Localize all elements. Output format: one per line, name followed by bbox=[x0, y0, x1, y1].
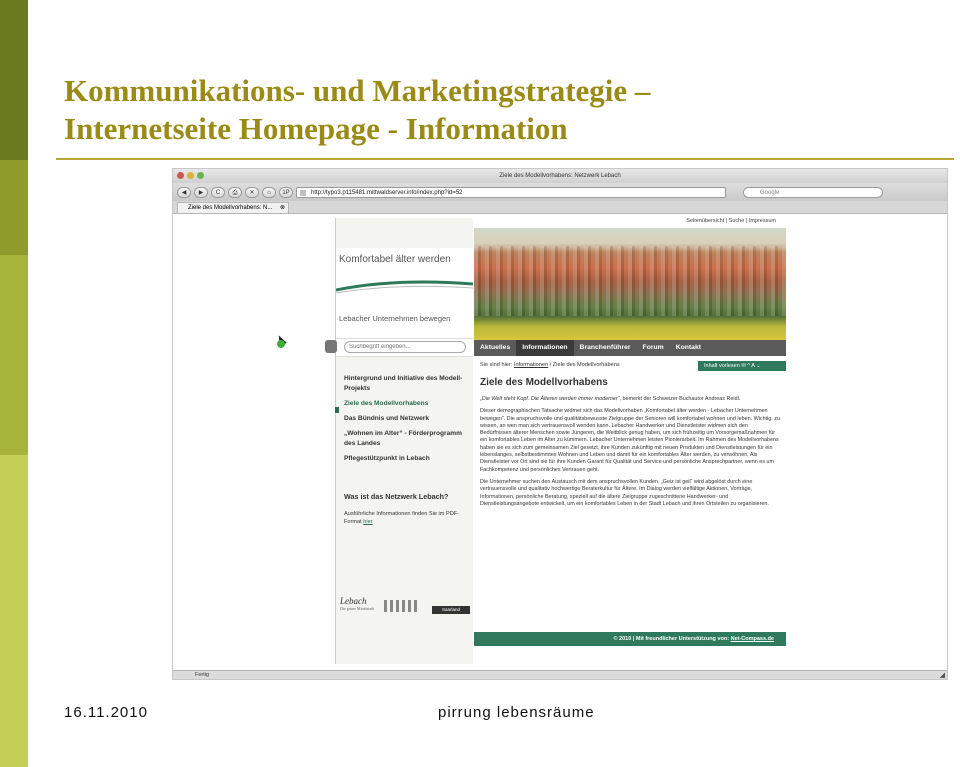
bookmarks-button[interactable]: 1P bbox=[279, 186, 293, 198]
nav-item-contact[interactable]: Kontakt bbox=[670, 340, 707, 356]
browser-window: Ziele des Modellvorhabens: Netzwerk Leba… bbox=[172, 168, 948, 680]
close-window-button[interactable] bbox=[177, 172, 184, 179]
network-description: Ausführliche Informationen finden Sie im… bbox=[344, 511, 460, 525]
nav-item-information[interactable]: Informationen bbox=[516, 340, 574, 356]
stop-button[interactable]: ✕ bbox=[245, 186, 259, 198]
read-aloud-bar[interactable]: Inhalt vorlesen ✉ ^ A ⌄ bbox=[698, 361, 786, 371]
sidebar-item-background[interactable]: Hintergrund und Initiative des Modell-Pr… bbox=[344, 374, 470, 394]
site-search-input[interactable] bbox=[344, 341, 466, 353]
nav-item-directory[interactable]: Branchenführer bbox=[574, 340, 637, 356]
slide-accent-bar bbox=[0, 0, 28, 767]
website-main-column: Seitenübersicht | Suche | Impressum Aktu… bbox=[474, 218, 786, 664]
slide-title: Kommunikations- und Marketingstrategie –… bbox=[64, 72, 650, 148]
saarland-logo: Saarland bbox=[432, 606, 470, 614]
article-paragraph: Die Unternehmer suchen den Austausch mit… bbox=[480, 478, 769, 507]
browser-search-field[interactable]: Google bbox=[743, 186, 883, 198]
site-logo[interactable]: Komfortabel älter werden bbox=[336, 248, 473, 340]
main-navigation: Aktuelles Informationen Branchenführer F… bbox=[474, 340, 786, 356]
article-quote-paragraph: „Die Welt steht Kopf. Die Älteren werden… bbox=[480, 396, 780, 403]
cursor-badge-icon bbox=[277, 340, 285, 348]
accent-segment bbox=[0, 0, 28, 160]
back-button[interactable]: ◀ bbox=[177, 186, 191, 198]
breadcrumb-current: / Ziele des Modellvorhabens bbox=[549, 362, 620, 368]
slide-date: 16.11.2010 bbox=[64, 704, 148, 721]
network-heading: Was ist das Netzwerk Lebach? bbox=[344, 492, 449, 501]
site-footer: © 2010 | Mit freundlicher Unterstützung … bbox=[474, 632, 786, 646]
network-text: Ausführliche Informationen finden Sie im… bbox=[344, 510, 469, 526]
slide-title-line2: Internetseite Homepage - Information bbox=[64, 111, 568, 146]
favicon-icon bbox=[300, 189, 306, 196]
sidebar-item-goals[interactable]: Ziele des Modellvorhabens bbox=[344, 399, 470, 409]
article-quote: „Die Welt steht Kopf. Die Älteren werden… bbox=[480, 396, 620, 402]
tab-label: Ziele des Modellvorhabens: N... bbox=[188, 205, 273, 211]
breadcrumb: Sie sind hier: Informationen / Ziele des… bbox=[480, 362, 620, 368]
site-tagline: Lebacher Unternehmen bewegen bbox=[339, 314, 451, 323]
accent-segment bbox=[0, 455, 28, 767]
accent-segment bbox=[0, 160, 28, 255]
window-controls bbox=[177, 172, 204, 179]
home-button[interactable]: ⌂ bbox=[262, 186, 276, 198]
page-heading: Ziele des Modellvorhabens bbox=[480, 377, 608, 388]
lebach-logo-text: Lebach bbox=[340, 596, 367, 606]
site-search bbox=[325, 338, 473, 357]
nav-item-news[interactable]: Aktuelles bbox=[474, 340, 516, 356]
slide-organization: pirrung lebensräume bbox=[438, 704, 595, 721]
browser-tab[interactable]: Ziele des Modellvorhabens: N... ⊗ bbox=[177, 202, 289, 213]
print-button[interactable]: ⎙ bbox=[228, 186, 242, 198]
article-quote-suffix: , bemerkt der Schweizer Buchautor Andrea… bbox=[619, 396, 741, 402]
nav-item-forum[interactable]: Forum bbox=[637, 340, 670, 356]
footer-text: © 2010 | Mit freundlicher Unterstützung … bbox=[613, 636, 730, 642]
browser-toolbar: ◀ ▶ C ⎙ ✕ ⌂ 1P http://typo3.p115481.mitt… bbox=[173, 183, 947, 201]
side-navigation: Hintergrund und Initiative des Modell-Pr… bbox=[335, 374, 470, 469]
resize-grip-icon[interactable]: ◢ bbox=[940, 671, 945, 679]
network-people-logo bbox=[384, 600, 420, 612]
browser-statusbar: Fertig ◢ bbox=[173, 670, 947, 679]
browser-titlebar: Ziele des Modellvorhabens: Netzwerk Leba… bbox=[173, 169, 947, 183]
breadcrumb-link[interactable]: Informationen bbox=[514, 362, 548, 368]
sidebar-item-living-in-old-age[interactable]: „Wohnen im Alter“ - Förderprogramm des L… bbox=[344, 429, 470, 449]
tab-bar: Ziele des Modellvorhabens: N... ⊗ bbox=[173, 201, 947, 214]
minimize-window-button[interactable] bbox=[187, 172, 194, 179]
accent-segment bbox=[0, 255, 28, 455]
partner-logos: Lebach Die grüne Mittelstadt Saarland bbox=[340, 596, 470, 622]
website-left-column: Komfortabel älter werden Lebacher Untern… bbox=[325, 218, 473, 664]
window-title: Ziele des Modellvorhabens: Netzwerk Leba… bbox=[499, 173, 621, 179]
network-pdf-link[interactable]: hier bbox=[363, 519, 372, 525]
logo-title: Komfortabel älter werden bbox=[339, 254, 451, 265]
lebach-logo: Lebach Die grüne Mittelstadt bbox=[340, 596, 374, 611]
search-icon[interactable] bbox=[325, 340, 337, 353]
lebach-logo-subtitle: Die grüne Mittelstadt bbox=[340, 606, 375, 611]
utility-links[interactable]: Seitenübersicht | Suche | Impressum bbox=[686, 218, 776, 224]
url-text: http://typo3.p115481.mittwaldserver.info… bbox=[311, 189, 463, 196]
active-marker-icon bbox=[335, 407, 339, 413]
reload-button[interactable]: C bbox=[211, 186, 225, 198]
website: Komfortabel älter werden Lebacher Untern… bbox=[325, 218, 786, 664]
logo-swoosh-icon bbox=[336, 280, 473, 294]
sidebar-item-alliance[interactable]: Das Bündnis und Netzwerk bbox=[344, 414, 470, 424]
header-photo bbox=[474, 228, 786, 340]
url-bar[interactable]: http://typo3.p115481.mittwaldserver.info… bbox=[296, 186, 726, 198]
title-divider bbox=[56, 158, 954, 160]
zoom-window-button[interactable] bbox=[197, 172, 204, 179]
status-text: Fertig bbox=[195, 672, 210, 678]
sidebar-item-care-point[interactable]: Pflegestützpunkt in Lebach bbox=[344, 454, 470, 464]
slide-title-line1: Kommunikations- und Marketingstrategie – bbox=[64, 73, 651, 108]
browser-viewport: Komfortabel älter werden Lebacher Untern… bbox=[173, 214, 947, 666]
article-paragraph: Dieser demographischen Tatsache widmet s… bbox=[480, 408, 780, 473]
forward-button[interactable]: ▶ bbox=[194, 186, 208, 198]
footer-link[interactable]: Net-Compass.de bbox=[731, 636, 774, 642]
tab-close-icon[interactable]: ⊗ bbox=[280, 203, 285, 214]
breadcrumb-prefix: Sie sind hier: bbox=[480, 362, 513, 368]
article-content: „Die Welt steht Kopf. Die Älteren werden… bbox=[480, 396, 780, 513]
